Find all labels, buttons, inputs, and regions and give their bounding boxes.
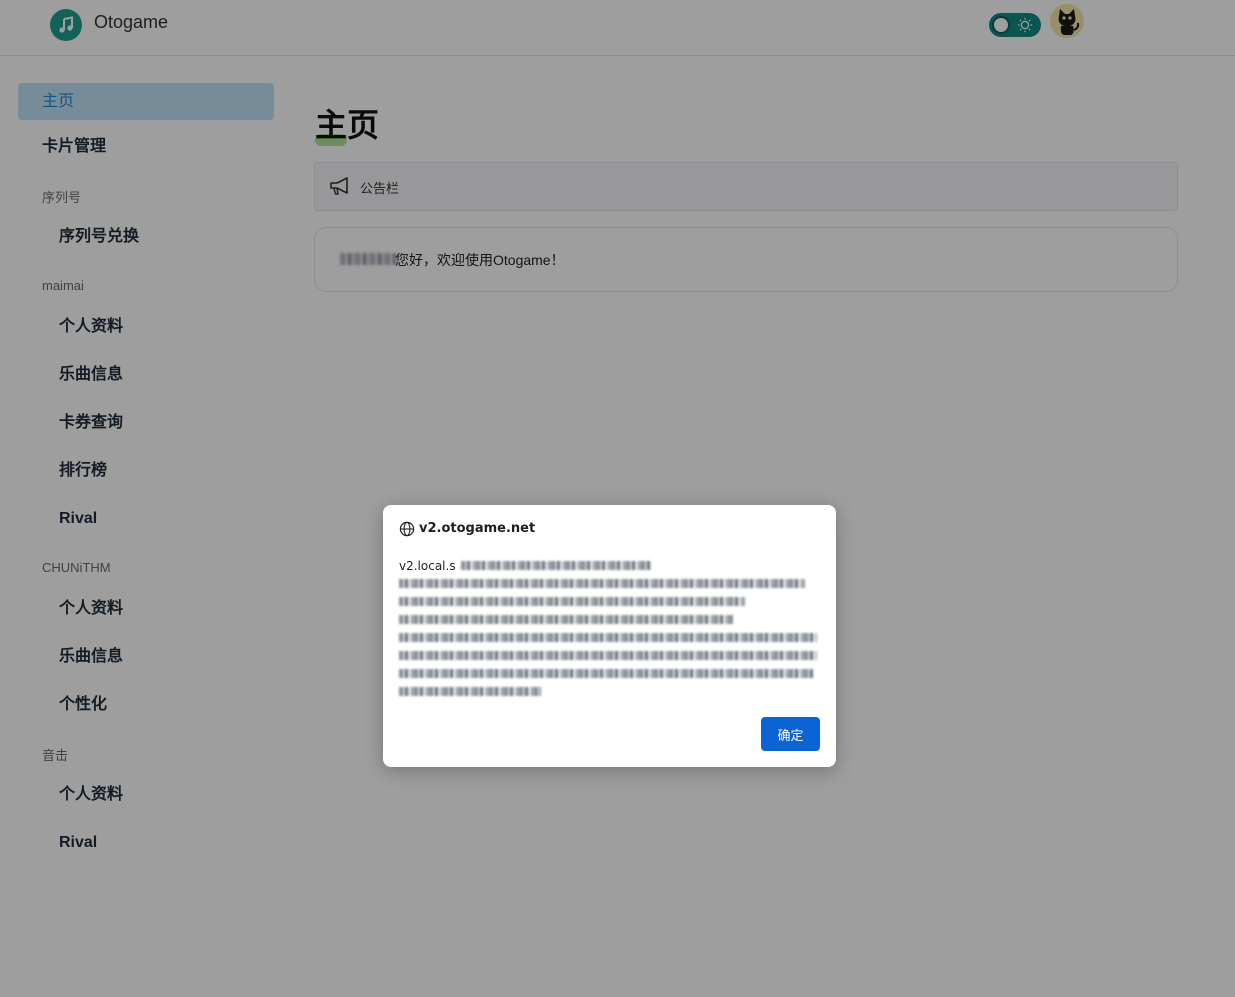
redacted-token-line — [461, 561, 651, 570]
redacted-token-line — [399, 669, 813, 678]
redacted-token-line — [399, 597, 745, 606]
redacted-token-line — [399, 687, 541, 696]
globe-icon — [399, 521, 415, 537]
page: Otogame 主页 卡片管理 序列号 序列号兑换 maimai 个人资料 乐曲… — [0, 0, 1235, 997]
redacted-token-line — [399, 615, 733, 624]
ok-button[interactable]: 确定 — [761, 717, 820, 751]
redacted-token-line — [399, 579, 805, 588]
redacted-token-line — [399, 633, 817, 642]
dialog-message-start: v2.local.s — [399, 559, 456, 573]
modal-overlay[interactable] — [0, 0, 1235, 997]
dialog-title: v2.otogame.net — [419, 521, 536, 536]
redacted-token-line — [399, 651, 817, 660]
alert-dialog: v2.otogame.net v2.local.s 确定 — [383, 505, 836, 767]
